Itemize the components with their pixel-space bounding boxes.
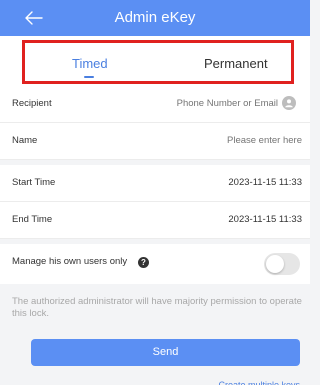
name-input[interactable] xyxy=(142,135,302,146)
tab-timed[interactable]: Timed xyxy=(72,56,108,71)
contact-icon[interactable] xyxy=(282,96,296,110)
start-time-value[interactable]: 2023-11-15 11:33 xyxy=(228,177,302,188)
tab-permanent[interactable]: Permanent xyxy=(204,56,268,71)
recipient-row: Recipient xyxy=(0,86,310,123)
manage-own-users-toggle[interactable] xyxy=(264,253,300,275)
app-header: Admin eKey xyxy=(0,0,310,36)
start-time-label: Start Time xyxy=(12,177,56,188)
toggle-knob xyxy=(266,255,284,273)
permission-note: The authorized administrator will have m… xyxy=(12,296,302,319)
help-icon[interactable]: ? xyxy=(138,257,149,268)
end-time-row[interactable]: End Time 2023-11-15 11:33 xyxy=(0,202,310,239)
name-label: Name xyxy=(12,135,38,146)
manage-own-users-label: Manage his own users only xyxy=(12,256,128,267)
end-time-label: End Time xyxy=(12,214,53,225)
manage-own-users-row: Manage his own users only ? xyxy=(0,244,310,284)
send-button[interactable]: Send xyxy=(31,339,300,366)
recipient-input[interactable] xyxy=(118,98,278,109)
recipient-label: Recipient xyxy=(12,98,52,109)
person-icon xyxy=(285,99,293,108)
create-multiple-keys-link[interactable]: Create multiple keys xyxy=(218,378,300,385)
end-time-value[interactable]: 2023-11-15 11:33 xyxy=(228,214,302,225)
active-tab-indicator xyxy=(84,76,94,78)
start-time-row[interactable]: Start Time 2023-11-15 11:33 xyxy=(0,165,310,202)
name-row: Name xyxy=(0,123,310,160)
tab-bar: Timed Permanent xyxy=(0,36,310,86)
page-title: Admin eKey xyxy=(114,9,196,26)
